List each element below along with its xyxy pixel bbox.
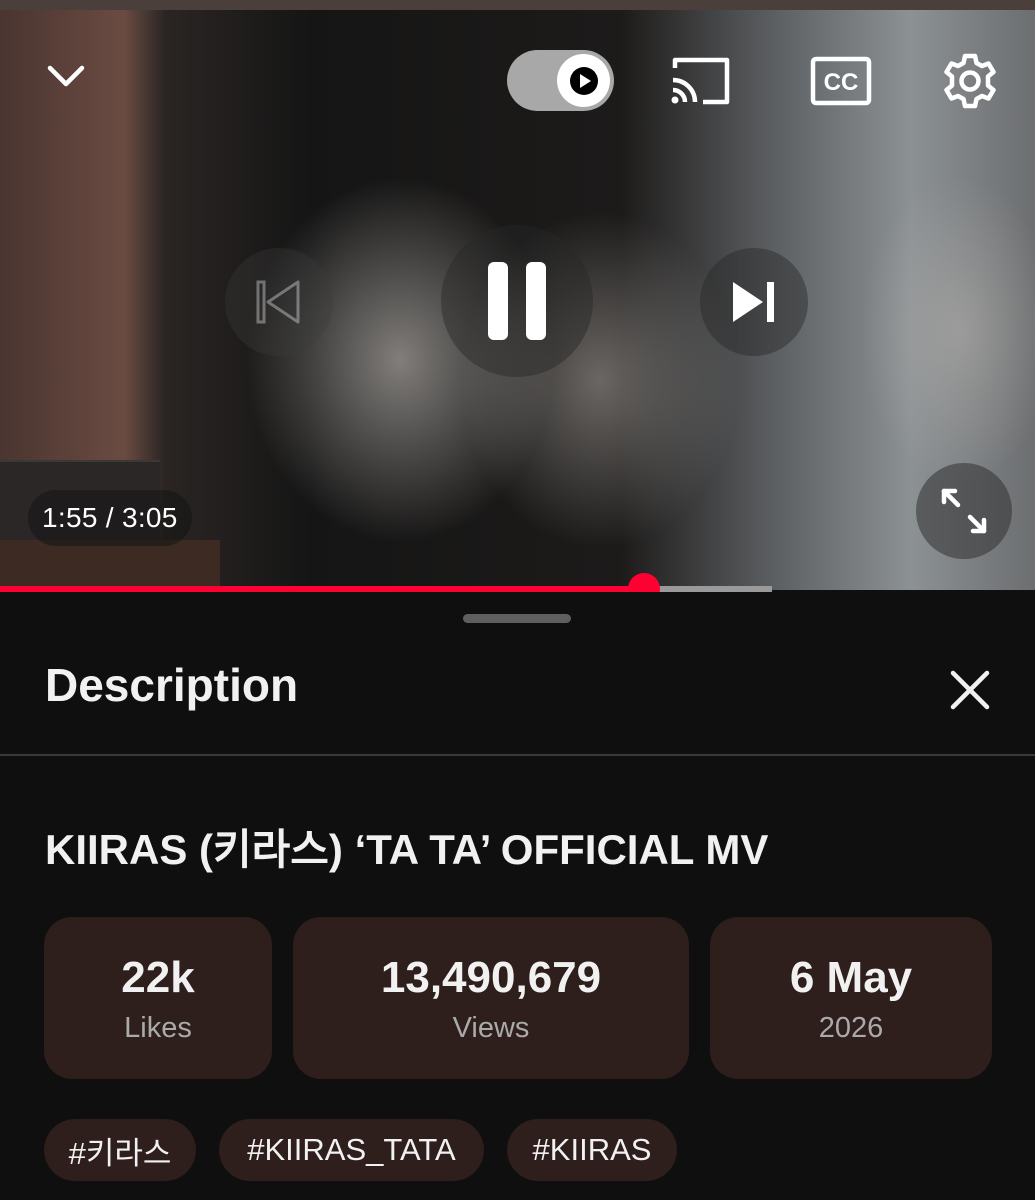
upload-year: 2026 [818,1011,884,1044]
views-stat: 13,490,679 Views [293,917,689,1079]
player-top-edge [0,0,1035,10]
closed-captions-icon: CC [810,56,872,106]
divider [0,754,1035,756]
time-display: 1:55 / 3:05 [28,490,192,546]
settings-button[interactable] [940,50,1000,112]
total-time: 3:05 [121,502,178,533]
gear-icon [944,53,996,109]
panel-heading: Description [45,659,299,711]
views-label: Views [452,1011,530,1044]
upload-day-month: 6 May [789,952,913,1002]
hashtag-chip[interactable]: #키라스 [44,1119,196,1181]
captions-button[interactable]: CC [808,52,874,110]
play-icon [569,66,598,95]
autoplay-knob [557,54,610,107]
hashtag-chip[interactable]: #KIIRAS_TATA [219,1119,484,1181]
views-count: 13,490,679 [380,952,602,1002]
pause-icon [488,262,546,340]
collapse-button[interactable] [40,50,92,102]
fullscreen-button[interactable] [916,463,1012,559]
previous-button[interactable] [225,248,333,356]
video-player[interactable]: CC 1:55 / 3:05 [0,0,1035,590]
sheet-drag-handle[interactable] [463,614,571,623]
cast-button[interactable] [668,52,734,110]
cast-icon [671,57,730,105]
upload-date-stat: 6 May 2026 [710,917,992,1079]
time-separator: / [97,502,122,533]
close-button[interactable] [944,664,996,716]
hashtag-chip[interactable]: #KIIRAS [507,1119,677,1181]
description-panel: Description KIIRAS (키라스) ‘TA TA’ OFFICIA… [0,592,1035,1200]
chevron-down-icon [47,65,85,87]
video-title: KIIRAS (키라스) ‘TA TA’ OFFICIAL MV [45,826,769,873]
pause-button[interactable] [441,225,593,377]
video-frame-cabinet [0,540,220,590]
previous-icon [256,280,300,324]
current-time: 1:55 [42,502,98,533]
likes-stat: 22k Likes [44,917,272,1079]
close-icon [950,670,990,710]
captions-label: CC [824,69,859,96]
next-button[interactable] [700,248,808,356]
likes-label: Likes [124,1011,192,1044]
likes-count: 22k [121,952,195,1002]
fullscreen-icon [941,488,987,534]
next-icon [733,282,774,322]
autoplay-toggle[interactable] [507,50,614,111]
